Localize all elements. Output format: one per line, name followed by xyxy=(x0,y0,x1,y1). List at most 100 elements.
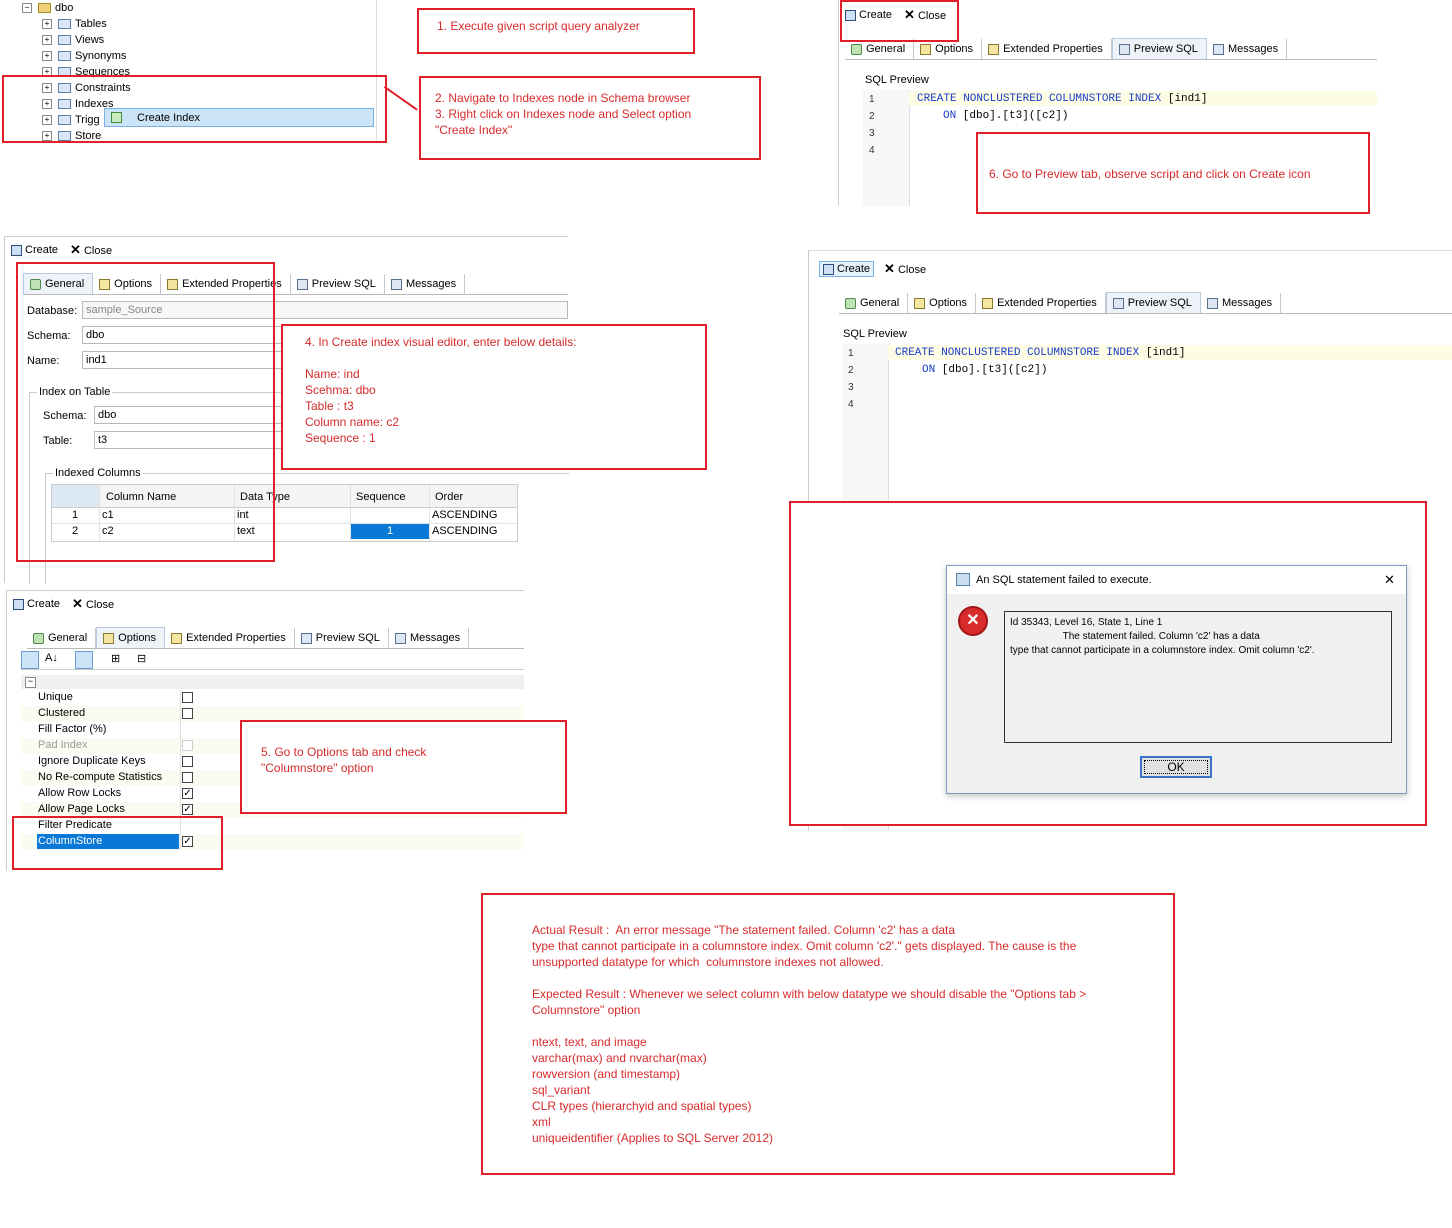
expand-icon[interactable]: + xyxy=(42,35,52,46)
messages-icon xyxy=(394,632,406,644)
database-icon xyxy=(956,573,970,586)
tab-preview-sql[interactable]: Preview SQL xyxy=(295,628,389,648)
close-button[interactable]: ✕ Close xyxy=(72,596,114,612)
options-icon xyxy=(920,43,932,55)
preview-icon xyxy=(1118,43,1130,55)
highlight-create-button xyxy=(840,0,959,42)
dialog-close-button[interactable]: ✕ xyxy=(1384,572,1395,588)
create-button[interactable]: Create xyxy=(819,261,875,277)
messages-icon xyxy=(1206,297,1218,309)
dialog-titlebar: An SQL statement failed to execute. ✕ xyxy=(947,566,1406,594)
tab-messages[interactable]: Messages xyxy=(1207,39,1288,59)
sql-preview-label: SQL Preview xyxy=(843,328,907,340)
col-header-order[interactable]: Order xyxy=(435,491,463,503)
pad-index-checkbox xyxy=(182,740,193,751)
collapse-icon[interactable]: − xyxy=(22,3,32,14)
extended-properties-icon xyxy=(982,297,994,309)
categorized-icon[interactable] xyxy=(21,651,39,669)
col-header-sequence[interactable]: Sequence xyxy=(356,491,406,503)
close-icon: ✕ xyxy=(72,596,83,611)
highlight-tree xyxy=(2,75,387,143)
tab-preview-sql[interactable]: Preview SQL xyxy=(291,274,385,294)
tree-item-views[interactable]: + Views xyxy=(42,34,104,46)
unique-checkbox[interactable] xyxy=(182,692,193,703)
messages-icon xyxy=(1212,43,1224,55)
expand-icon[interactable]: + xyxy=(42,51,52,62)
connector-line xyxy=(383,86,418,111)
schema-icon xyxy=(38,3,51,14)
note-step-2-3: 2. Navigate to Indexes node in Schema br… xyxy=(435,91,692,137)
options-icon xyxy=(103,632,115,644)
preview-icon xyxy=(296,278,308,290)
save-icon xyxy=(823,263,834,275)
extended-properties-icon xyxy=(988,43,1000,55)
create-button[interactable]: Create xyxy=(13,598,60,610)
dialog-title: An SQL statement failed to execute. xyxy=(976,574,1152,586)
error-icon: ✕ xyxy=(958,606,988,636)
property-toolbar: A↓ ⊞ ⊟ xyxy=(21,651,524,670)
sql-line-2[interactable]: ON [dbo].[t3]([c2]) xyxy=(943,110,1068,122)
general-icon xyxy=(851,43,862,55)
tab-general[interactable]: General xyxy=(839,293,909,313)
close-icon: ✕ xyxy=(70,242,81,257)
sort-alpha-icon[interactable]: A↓ xyxy=(45,652,58,664)
collapse-icon[interactable]: − xyxy=(25,677,36,688)
general-icon xyxy=(845,297,856,309)
tab-messages[interactable]: Messages xyxy=(385,274,466,294)
folder-icon xyxy=(58,35,71,46)
note-step-6: 6. Go to Preview tab, observe script and… xyxy=(989,167,1311,181)
general-icon xyxy=(33,632,44,644)
allow-page-locks-checkbox[interactable]: ✓ xyxy=(182,804,193,815)
messages-icon xyxy=(390,278,402,290)
preview-icon xyxy=(1112,297,1124,309)
expand-all-icon[interactable]: ⊞ xyxy=(111,652,120,665)
tab-extended-properties[interactable]: Extended Properties xyxy=(982,39,1112,59)
clustered-checkbox[interactable] xyxy=(182,708,193,719)
tab-preview-sql[interactable]: Preview SQL xyxy=(1111,38,1207,59)
option-unique[interactable]: Unique xyxy=(21,690,524,706)
tab-general[interactable]: General xyxy=(27,628,97,648)
highlight-general xyxy=(16,262,275,562)
tab-extended-properties[interactable]: Extended Properties xyxy=(976,293,1106,313)
sql-line-1[interactable]: CREATE NONCLUSTERED COLUMNSTORE INDEX [i… xyxy=(895,347,1185,359)
folder-icon xyxy=(58,51,71,62)
tab-options[interactable]: Options xyxy=(96,627,166,648)
save-icon xyxy=(13,598,24,610)
save-icon xyxy=(11,244,22,256)
create-button[interactable]: Create xyxy=(11,244,58,256)
sql-preview-label: SQL Preview xyxy=(865,74,929,86)
tab-options[interactable]: Options xyxy=(914,39,983,59)
tab-messages[interactable]: Messages xyxy=(389,628,470,648)
ignore-duplicate-keys-checkbox[interactable] xyxy=(182,756,193,767)
tab-extended-properties[interactable]: Extended Properties xyxy=(165,628,295,648)
tree-item-tables[interactable]: + Tables xyxy=(42,18,107,30)
allow-row-locks-checkbox[interactable]: ✓ xyxy=(182,788,193,799)
highlight-columnstore xyxy=(12,816,223,870)
tab-options[interactable]: Options xyxy=(908,293,977,313)
error-message: Id 35343, Level 16, State 1, Line 1 The … xyxy=(1004,611,1392,743)
result-text: Actual Result : An error message "The st… xyxy=(532,923,1087,1145)
sql-line-2[interactable]: ON [dbo].[t3]([c2]) xyxy=(922,364,1047,376)
tab-general[interactable]: General xyxy=(845,39,915,59)
note-step-5: 5. Go to Options tab and check "Columnst… xyxy=(261,745,427,775)
tab-messages[interactable]: Messages xyxy=(1201,293,1282,313)
property-pages-icon[interactable] xyxy=(75,651,93,669)
close-icon: ✕ xyxy=(884,261,895,276)
no-recompute-checkbox[interactable] xyxy=(182,772,193,783)
close-button[interactable]: ✕ Close xyxy=(70,242,112,258)
note-step-4: 4. In Create index visual editor, enter … xyxy=(305,335,577,445)
tab-preview-sql[interactable]: Preview SQL xyxy=(1105,292,1201,313)
collapse-all-icon[interactable]: ⊟ xyxy=(137,652,146,665)
tree-root[interactable]: − dbo xyxy=(22,2,73,14)
ok-button[interactable]: OK xyxy=(1140,756,1212,778)
extended-properties-icon xyxy=(171,632,183,644)
sql-line-1[interactable]: CREATE NONCLUSTERED COLUMNSTORE INDEX [i… xyxy=(917,93,1207,105)
close-button[interactable]: ✕ Close xyxy=(884,261,926,277)
expand-icon[interactable]: + xyxy=(42,19,52,30)
error-dialog: An SQL statement failed to execute. ✕ ✕ … xyxy=(946,565,1407,794)
tree-item-synonyms[interactable]: + Synonyms xyxy=(42,50,126,62)
note-step-1: 1. Execute given script query analyzer xyxy=(437,19,640,33)
category-header: − xyxy=(21,675,524,689)
options-icon xyxy=(914,297,926,309)
preview-icon xyxy=(300,632,312,644)
